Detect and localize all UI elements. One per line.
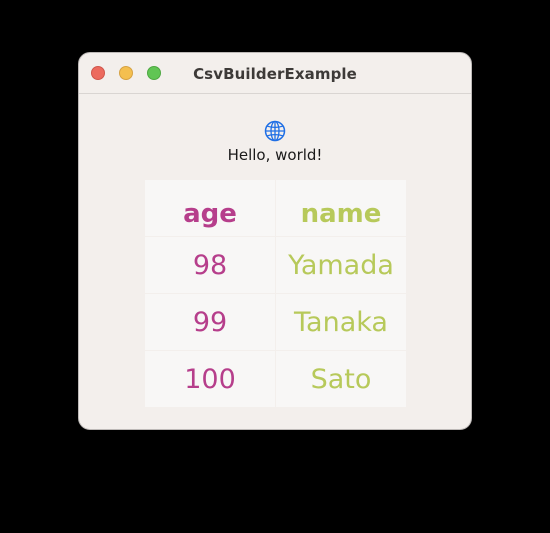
cell-age-row-2: 99 (145, 294, 275, 350)
globe-icon (264, 120, 286, 142)
cell-age-row-1: 98 (145, 237, 275, 293)
greeting-text: Hello, world! (227, 146, 323, 164)
window-title: CsvBuilderExample (193, 65, 357, 83)
cell-name-row-3: Sato (276, 351, 406, 407)
cell-name-row-2: Tanaka (276, 294, 406, 350)
header-age: age (145, 180, 275, 236)
header-name: name (276, 180, 406, 236)
cell-age-row-3: 100 (145, 351, 275, 407)
title-bar[interactable]: CsvBuilderExample (79, 53, 471, 94)
cell-name-row-1: Yamada (276, 237, 406, 293)
csv-table: age name 98 Yamada 99 Tanaka 100 Sato (145, 180, 407, 407)
app-window: CsvBuilderExample Hello, world! age name… (78, 52, 472, 430)
